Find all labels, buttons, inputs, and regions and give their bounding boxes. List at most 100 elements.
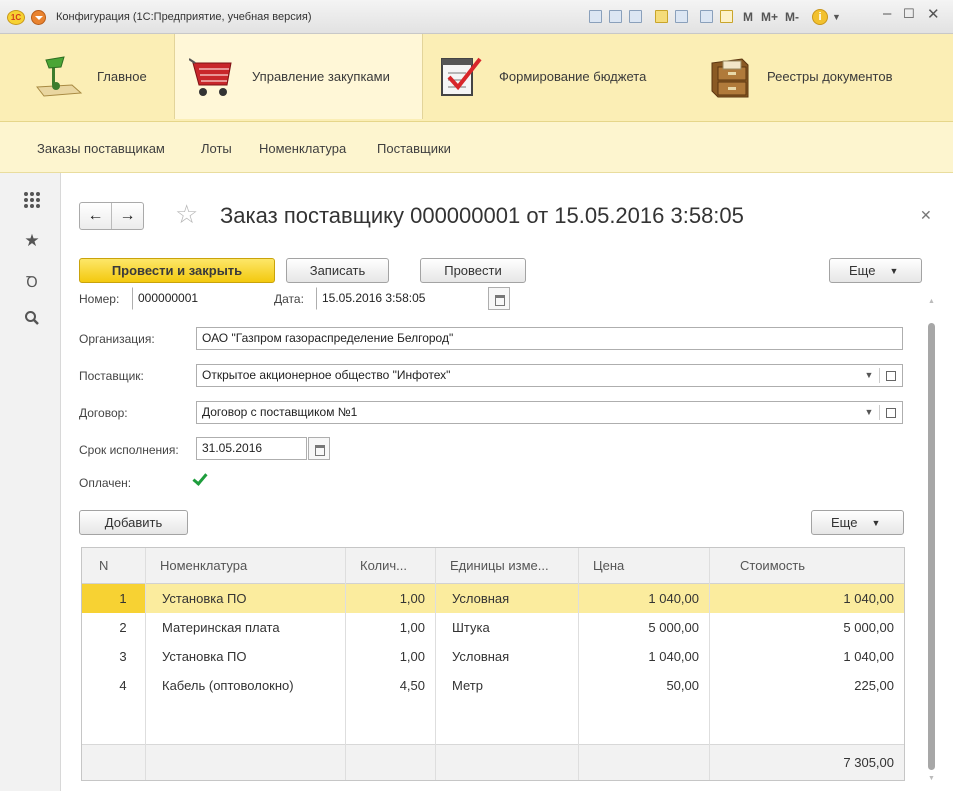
number-label: Номер: [79, 292, 120, 306]
table-row[interactable]: 3 Установка ПО 1,00 Условная 1 040,00 1 … [82, 642, 904, 671]
cell-cost: 1 040,00 [843, 591, 894, 606]
scroll-down-icon[interactable]: ▼ [928, 775, 935, 782]
cell-cost: 225,00 [854, 678, 894, 693]
supplier-field[interactable]: Открытое акционерное общество "Инфотех" [196, 364, 903, 387]
deadline-field[interactable]: 31.05.2016 [196, 437, 307, 460]
table-row[interactable]: 1 Установка ПО 1,00 Условная 1 040,00 1 … [82, 584, 904, 613]
table-row[interactable]: 4 Кабель (оптоволокно) 4,50 Метр 50,00 2… [82, 671, 904, 700]
post-button[interactable]: Провести [420, 258, 526, 283]
separator [879, 405, 880, 420]
contract-field[interactable]: Договор с поставщиком №1 [196, 401, 903, 424]
vertical-scrollbar[interactable] [928, 323, 935, 770]
cell-n: 1 [119, 591, 127, 606]
add-row-button[interactable]: Добавить [79, 510, 188, 535]
section-label: Управление закупками [252, 69, 390, 84]
deadline-label: Срок исполнения: [79, 443, 179, 457]
date-calendar-button[interactable] [488, 287, 510, 310]
cell-nomenclature: Материнская плата [162, 620, 280, 635]
cell-nomenclature: Установка ПО [162, 591, 247, 606]
window-title-bar: 1С Конфигурация (1С:Предприятие, учебная… [0, 0, 953, 34]
table-more-label: Еще [831, 515, 858, 530]
calculator-icon[interactable] [700, 10, 713, 23]
favorites-star-icon[interactable]: ★ [22, 231, 42, 251]
window-title: Конфигурация (1С:Предприятие, учебная ве… [56, 11, 312, 23]
maximize-button[interactable]: ☐ [903, 6, 915, 22]
contract-dropdown-icon[interactable]: ▼ [860, 402, 878, 423]
info-icon[interactable]: i [812, 9, 828, 25]
supplier-label: Поставщик: [79, 369, 144, 383]
memory-minus-button[interactable]: M- [785, 10, 799, 24]
deadline-calendar-button[interactable] [308, 437, 330, 460]
history-icon[interactable]: Ꝺ [22, 273, 42, 293]
forward-button[interactable]: → [111, 203, 143, 229]
section-budget[interactable]: Формирование бюджета [436, 34, 696, 119]
save-icon[interactable] [589, 10, 602, 23]
date-label: Дата: [274, 292, 304, 306]
table-row[interactable]: 2 Материнская плата 1,00 Штука 5 000,00 … [82, 613, 904, 642]
number-field[interactable]: 000000001 [132, 287, 238, 310]
memory-plus-button[interactable]: M+ [761, 10, 778, 24]
cell-cost: 5 000,00 [843, 620, 894, 635]
cell-unit: Условная [452, 591, 510, 606]
cell-price: 1 040,00 [648, 649, 699, 664]
calendar-icon[interactable] [720, 10, 733, 23]
main-menu-icon[interactable] [31, 10, 46, 25]
nav-link-lots[interactable]: Лоты [201, 141, 232, 156]
organization-field[interactable]: ОАО "Газпром газораспределение Белгород" [196, 327, 903, 350]
print-icon[interactable] [609, 10, 622, 23]
cell-nomenclature: Установка ПО [162, 649, 247, 664]
column-header-price[interactable]: Цена [579, 548, 709, 584]
cell-unit: Метр [452, 678, 483, 693]
menu-grid-icon[interactable] [22, 191, 42, 211]
column-header-cost[interactable]: Стоимость [710, 548, 904, 584]
cell-quantity: 4,50 [399, 678, 425, 693]
add-to-favorites-icon[interactable]: ☆ [175, 199, 198, 230]
nav-link-nomenclature[interactable]: Номенклатура [259, 141, 346, 156]
total-cost: 7 305,00 [843, 755, 894, 770]
section-main[interactable]: Главное [34, 34, 166, 119]
file-cabinet-icon [704, 55, 754, 99]
cell-price: 50,00 [666, 678, 699, 693]
column-divider [578, 548, 579, 780]
supplier-open-icon[interactable] [881, 365, 899, 386]
column-header-quantity[interactable]: Колич... [346, 548, 435, 584]
post-and-close-button[interactable]: Провести и закрыть [79, 258, 275, 283]
column-divider [345, 548, 346, 780]
column-header-nomenclature[interactable]: Номенклатура [146, 548, 345, 584]
close-form-icon[interactable]: ✕ [920, 207, 932, 224]
supplier-dropdown-icon[interactable]: ▼ [860, 365, 878, 386]
preview-icon[interactable] [629, 10, 642, 23]
column-header-n[interactable]: N [82, 548, 145, 584]
app-logo-icon[interactable]: 1С [7, 10, 25, 25]
section-registers[interactable]: Реестры документов [704, 34, 949, 119]
paid-label: Оплачен: [79, 476, 132, 490]
close-window-button[interactable]: ✕ [927, 5, 940, 23]
cell-n: 4 [119, 678, 127, 693]
cell-nomenclature: Кабель (оптоволокно) [162, 678, 294, 693]
more-actions-label: Еще [849, 263, 876, 278]
nav-link-supplier-orders[interactable]: Заказы поставщикам [37, 141, 165, 156]
paid-checkbox[interactable] [192, 472, 207, 487]
date-field[interactable]: 15.05.2016 3:58:05 [316, 287, 486, 310]
items-table: N Номенклатура Колич... Единицы изме... … [81, 547, 905, 781]
more-actions-button[interactable]: Еще ▼ [829, 258, 922, 283]
contract-open-icon[interactable] [881, 402, 899, 423]
table-more-button[interactable]: Еще ▼ [811, 510, 904, 535]
minimize-button[interactable]: – [883, 5, 891, 22]
column-header-unit[interactable]: Единицы изме... [436, 548, 578, 584]
scroll-up-icon[interactable]: ▲ [928, 298, 935, 305]
back-button[interactable]: ← [80, 203, 111, 229]
info-dropdown-icon[interactable]: ▼ [832, 12, 841, 22]
memory-m-button[interactable]: M [743, 10, 753, 24]
favorites-icon[interactable] [655, 10, 668, 23]
contract-label: Договор: [79, 406, 128, 420]
save-button[interactable]: Записать [286, 258, 389, 283]
shopping-cart-icon [188, 55, 239, 99]
search-icon[interactable] [22, 310, 42, 330]
add-favorite-icon[interactable] [675, 10, 688, 23]
chevron-down-icon: ▼ [889, 266, 899, 277]
separator [879, 368, 880, 383]
section-purchases[interactable]: Управление закупками [174, 34, 423, 119]
cell-unit: Штука [452, 620, 490, 635]
nav-link-suppliers[interactable]: Поставщики [377, 141, 451, 156]
